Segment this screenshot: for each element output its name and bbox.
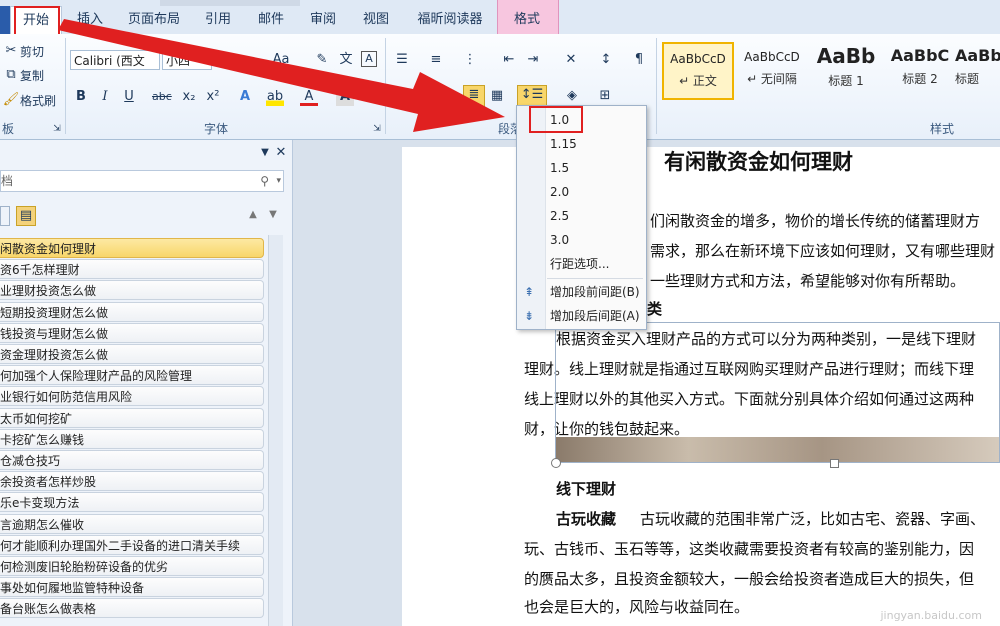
watermark: jingyan.baidu.com: [880, 609, 982, 622]
red-arrow-icon: [58, 19, 505, 132]
annotation-arrow-overlay: [58, 19, 505, 132]
